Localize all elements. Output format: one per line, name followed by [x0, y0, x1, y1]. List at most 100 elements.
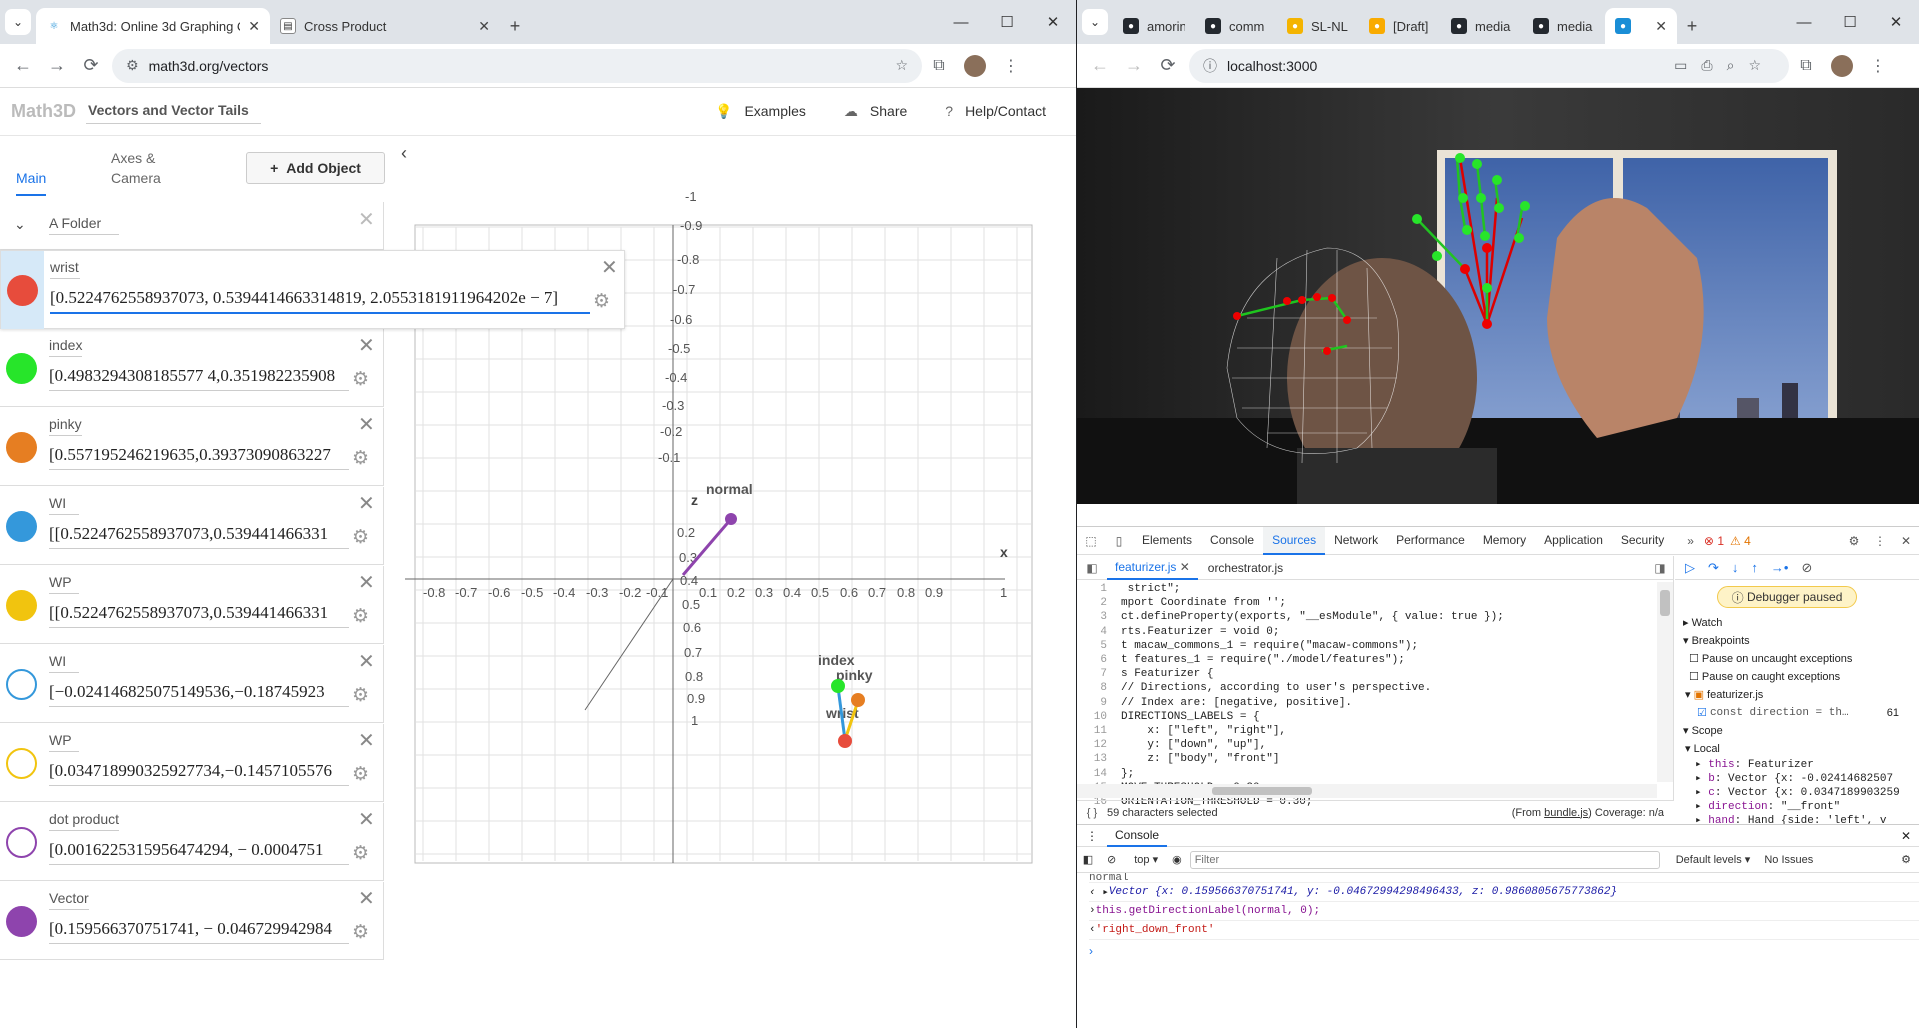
color-swatch[interactable]	[6, 669, 37, 700]
extensions-icon[interactable]: ⧉	[922, 57, 956, 75]
warning-badge[interactable]: ⚠ 4	[1730, 534, 1751, 548]
bp-option[interactable]: ☐ Pause on uncaught exceptions	[1683, 650, 1911, 668]
object-row[interactable]: wrist [0.5224762558937073, 0.539441466331…	[0, 250, 625, 329]
help-link[interactable]: ? Help/Contact	[945, 103, 1046, 120]
close-icon[interactable]: ✕	[358, 333, 375, 358]
devtools-tab-console[interactable]: Console	[1201, 527, 1263, 555]
devtools-tab-application[interactable]: Application	[1535, 527, 1612, 555]
devtools-tab-memory[interactable]: Memory	[1474, 527, 1535, 555]
line-number[interactable]: 5	[1077, 639, 1107, 653]
line-number[interactable]: 2	[1077, 596, 1107, 610]
tab-math3d[interactable]: ⚛ Math3d: Online 3d Graphing Ca ✕	[36, 8, 270, 44]
object-row[interactable]: WP [[0.5224762558937073,0.539441466331 ⚙ ✕	[0, 566, 384, 644]
object-row[interactable]: index [0.4983294308185577 4,0.35198223590…	[0, 329, 384, 407]
more-tabs-icon[interactable]: »	[1687, 534, 1694, 548]
object-name[interactable]: pinky	[49, 416, 82, 436]
sidebar-toggle-icon[interactable]: ◨	[1647, 561, 1673, 575]
devtools-tab-network[interactable]: Network	[1325, 527, 1387, 555]
object-name[interactable]: WI	[49, 653, 79, 673]
scope-item[interactable]: ▸ b: Vector {x: -0.02414682507	[1695, 772, 1911, 786]
devtools-tab-sources[interactable]: Sources	[1263, 526, 1326, 555]
line-number[interactable]: 8	[1077, 681, 1107, 695]
page-actions-icons[interactable]: ▭⎙⌕☆	[1674, 57, 1775, 74]
object-expression-input[interactable]: [0.4983294308185577 4,0.351982235908	[49, 366, 349, 391]
close-icon[interactable]: ✕	[358, 412, 375, 437]
object-expression-input[interactable]: [0.557195246219635,0.39373090863227	[49, 445, 349, 470]
profile-avatar[interactable]	[1831, 54, 1853, 77]
close-icon[interactable]: ✕	[358, 570, 375, 595]
bp-option[interactable]: ☐ Pause on caught exceptions	[1683, 668, 1911, 686]
close-icon[interactable]: ✕	[1180, 560, 1190, 574]
forward-icon[interactable]: →	[40, 55, 74, 76]
line-number[interactable]: 13	[1077, 752, 1107, 766]
code-scrollbar[interactable]	[1657, 582, 1673, 782]
line-number[interactable]: 1	[1077, 582, 1107, 596]
object-name[interactable]: WP	[49, 732, 79, 752]
eye-icon[interactable]: ◉	[1172, 853, 1182, 866]
back-icon[interactable]: ←	[6, 55, 40, 76]
object-row[interactable]: Vector [0.159566370751741, − 0.0467299429…	[0, 882, 384, 960]
site-info-icon[interactable]: ⚙	[126, 57, 139, 74]
tab-search-button[interactable]: ⌄	[5, 9, 31, 35]
maximize-icon[interactable]: ☐	[984, 13, 1030, 31]
checkbox-checked-icon[interactable]: ☑	[1697, 704, 1707, 722]
chevron-down-icon[interactable]: ⌄	[14, 216, 26, 233]
line-number[interactable]: 9	[1077, 696, 1107, 710]
object-name[interactable]: Vector	[49, 890, 89, 910]
bundle-link[interactable]: bundle.js	[1544, 807, 1588, 819]
console-tab[interactable]: Console	[1107, 825, 1168, 847]
object-name[interactable]: wrist	[50, 259, 80, 279]
format-icon[interactable]: { }	[1077, 807, 1107, 819]
gear-icon[interactable]: ⚙	[352, 605, 369, 628]
color-swatch[interactable]	[6, 432, 37, 463]
close-icon[interactable]: ✕	[601, 255, 618, 280]
object-name[interactable]: index	[49, 337, 83, 357]
step-into-icon[interactable]: ↓	[1732, 560, 1739, 575]
color-swatch[interactable]	[6, 511, 37, 542]
close-icon[interactable]: ✕	[1655, 18, 1667, 35]
profile-avatar[interactable]	[964, 54, 986, 77]
close-drawer-icon[interactable]: ✕	[1893, 829, 1919, 843]
tab-axes-camera[interactable]: Axes & Camera	[111, 148, 181, 188]
close-icon[interactable]: ✕	[358, 649, 375, 674]
expand-icon[interactable]: ▸	[1695, 801, 1708, 813]
context-select[interactable]: top ▾	[1134, 853, 1158, 866]
expand-icon[interactable]: ▸	[1695, 759, 1708, 771]
close-window-icon[interactable]: ✕	[1030, 13, 1076, 31]
back-icon[interactable]: ←	[1083, 55, 1117, 76]
color-swatch[interactable]	[6, 353, 37, 384]
object-expression-input[interactable]: [0.159566370751741, − 0.046729942984	[49, 919, 349, 944]
object-expression-input[interactable]: [[0.5224762558937073,0.539441466331	[49, 603, 349, 628]
object-expression-input[interactable]: [[0.5224762558937073,0.539441466331	[49, 524, 349, 549]
menu-icon[interactable]: ⋮	[1861, 56, 1895, 76]
color-swatch[interactable]	[6, 906, 37, 937]
line-number[interactable]: 7	[1077, 667, 1107, 681]
url-field[interactable]: ⚙ math3d.org/vectors ☆	[112, 48, 922, 83]
new-tab-button[interactable]: +	[500, 8, 530, 44]
horizontal-scrollbar[interactable]	[1077, 784, 1657, 798]
line-number[interactable]: 4	[1077, 625, 1107, 639]
scope-item[interactable]: ▸ hand: Hand {side: 'left', v	[1695, 814, 1911, 824]
devtools-tab-performance[interactable]: Performance	[1387, 527, 1474, 555]
folder-name[interactable]: A Folder	[49, 215, 119, 235]
close-icon[interactable]: ✕	[358, 886, 375, 911]
gear-icon[interactable]: ⚙	[352, 921, 369, 944]
gear-icon[interactable]: ⚙	[352, 368, 369, 391]
step-out-icon[interactable]: ↑	[1751, 560, 1758, 575]
close-icon[interactable]: ✕	[248, 18, 260, 35]
object-name[interactable]: dot product	[49, 811, 120, 831]
collapse-sidebar-icon[interactable]: ‹	[401, 143, 407, 164]
devtools-tab-elements[interactable]: Elements	[1133, 527, 1201, 555]
share-link[interactable]: ☁ Share	[844, 103, 907, 120]
devtools-tab-security[interactable]: Security	[1612, 527, 1673, 555]
file-tab-orchestrator[interactable]: orchestrator.js	[1198, 561, 1293, 575]
tab-2[interactable]: ● SL-NL	[1277, 8, 1359, 44]
add-object-button[interactable]: + Add Object	[246, 152, 385, 184]
color-swatch[interactable]	[6, 590, 37, 621]
object-row[interactable]: dot product [0.0016225315956474294, − 0.0…	[0, 803, 384, 881]
resume-icon[interactable]: ▷	[1685, 560, 1695, 576]
inspect-icon[interactable]: ⬚	[1077, 534, 1105, 548]
menu-icon[interactable]: ⋮	[994, 56, 1028, 76]
levels-dropdown[interactable]: Default levels ▾	[1676, 853, 1751, 866]
tab-3[interactable]: ● [Draft]	[1359, 8, 1441, 44]
